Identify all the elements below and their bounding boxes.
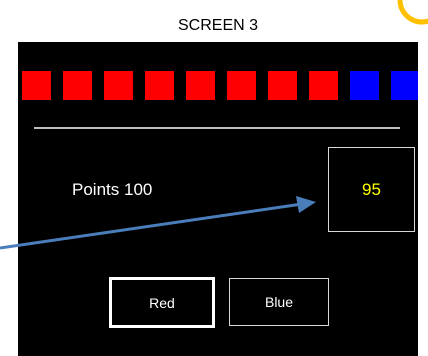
slide: { "caption": "SCREEN 3", "squares": { "i… (0, 0, 428, 356)
blue-square (350, 71, 379, 100)
blue-button[interactable]: Blue (229, 278, 329, 326)
red-square (268, 71, 297, 100)
red-button[interactable]: Red (109, 277, 215, 328)
red-button-label: Red (149, 294, 175, 311)
red-square (104, 71, 133, 100)
red-square (63, 71, 92, 100)
value-box: 95 (328, 147, 415, 232)
red-square (227, 71, 256, 100)
color-sequence (22, 71, 418, 101)
blue-button-label: Blue (264, 294, 294, 310)
value-box-number: 95 (362, 179, 381, 199)
game-screen: Points 100 95 Red Blue (18, 42, 418, 356)
orange-circle-logo-icon (397, 0, 428, 25)
points-display: Points 100 (72, 180, 152, 200)
red-square (186, 71, 215, 100)
screen-caption: SCREEN 3 (177, 17, 259, 34)
red-square (22, 71, 51, 100)
blue-square (391, 71, 418, 100)
red-square (309, 71, 338, 100)
red-square (145, 71, 174, 100)
points-label: Points (72, 180, 120, 199)
divider (34, 127, 400, 129)
points-value: 100 (123, 180, 153, 199)
